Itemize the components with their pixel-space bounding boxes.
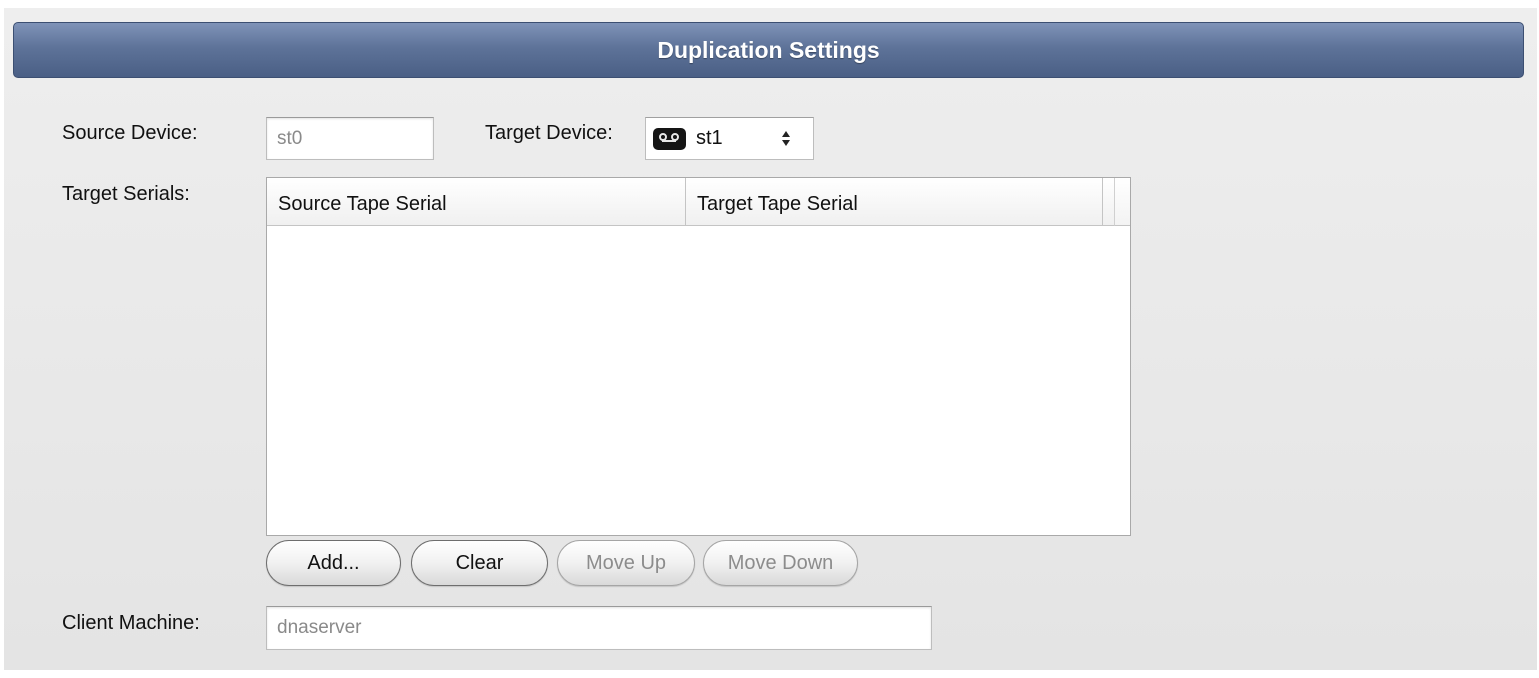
tape-drive-icon bbox=[653, 127, 686, 150]
column-header-target-tape-serial[interactable]: Target Tape Serial bbox=[686, 178, 1103, 225]
client-machine-label: Client Machine: bbox=[62, 612, 200, 634]
move-up-button[interactable]: Move Up bbox=[557, 540, 695, 586]
clear-button[interactable]: Clear bbox=[411, 540, 548, 586]
select-arrows-icon bbox=[779, 131, 793, 146]
target-device-value: st1 bbox=[696, 127, 723, 149]
move-down-button[interactable]: Move Down bbox=[703, 540, 858, 586]
client-machine-field[interactable] bbox=[266, 606, 932, 650]
column-header-spacer bbox=[1103, 178, 1114, 225]
source-device-field[interactable] bbox=[266, 117, 434, 160]
column-header-source-tape-serial[interactable]: Source Tape Serial bbox=[267, 178, 686, 225]
panel-title: Duplication Settings bbox=[13, 22, 1524, 78]
table-header-corner bbox=[1114, 178, 1130, 226]
source-device-label: Source Device: bbox=[62, 122, 198, 144]
target-serials-label: Target Serials: bbox=[62, 183, 190, 205]
target-serials-table[interactable]: Source Tape Serial Target Tape Serial bbox=[266, 177, 1131, 536]
add-button[interactable]: Add... bbox=[266, 540, 401, 586]
target-device-label: Target Device: bbox=[485, 122, 613, 144]
table-header: Source Tape Serial Target Tape Serial bbox=[267, 178, 1114, 226]
target-device-select[interactable]: st1 bbox=[645, 117, 814, 160]
